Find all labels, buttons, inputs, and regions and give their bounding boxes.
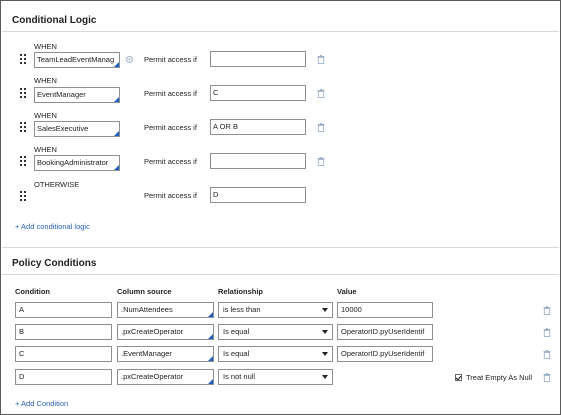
relationship-value: Is equal bbox=[223, 349, 250, 358]
column-source-value: .EventManager bbox=[121, 349, 172, 358]
autocomplete-marker-icon bbox=[114, 131, 119, 136]
drag-handle-icon[interactable] bbox=[20, 54, 26, 64]
value-input[interactable]: OperatorID.pyUserIdentif bbox=[337, 346, 433, 362]
column-header-relationship: Relationship bbox=[218, 287, 264, 296]
relationship-select[interactable]: Is equal bbox=[218, 346, 333, 362]
permit-access-input[interactable]: A OR B bbox=[210, 119, 306, 135]
add-conditional-logic-link[interactable]: + Add conditional logic bbox=[15, 222, 90, 231]
value-input[interactable]: 10000 bbox=[337, 302, 433, 318]
treat-empty-as-null-checkbox[interactable] bbox=[455, 374, 462, 381]
otherwise-permit-input[interactable]: D bbox=[210, 187, 306, 203]
when-rule-input[interactable]: TeamLeadEventManag bbox=[34, 52, 120, 68]
column-source-input[interactable]: .pxCreateOperator bbox=[117, 369, 214, 385]
trash-icon[interactable] bbox=[543, 350, 551, 359]
otherwise-label: OTHERWISE bbox=[34, 180, 80, 189]
value-input[interactable]: OperatorID.pyUserIdentif bbox=[337, 324, 433, 340]
dropdown-arrow-icon bbox=[322, 330, 328, 334]
permit-access-label: Permit access if bbox=[144, 89, 197, 98]
when-label: WHEN bbox=[34, 76, 57, 85]
permit-access-input[interactable] bbox=[210, 51, 306, 67]
relationship-select[interactable]: Is equal bbox=[218, 324, 333, 340]
condition-input[interactable]: C bbox=[15, 346, 112, 362]
relationship-select[interactable]: is less than bbox=[218, 302, 333, 318]
permit-access-label: Permit access if bbox=[144, 157, 197, 166]
drag-handle-icon[interactable] bbox=[20, 88, 26, 98]
drag-handle-icon[interactable] bbox=[20, 191, 26, 201]
divider bbox=[2, 31, 559, 32]
drag-handle-icon[interactable] bbox=[20, 122, 26, 132]
relationship-value: Is not null bbox=[223, 372, 256, 381]
condition-input[interactable]: D bbox=[15, 369, 112, 385]
permit-access-label: Permit access if bbox=[144, 123, 197, 132]
gear-icon[interactable] bbox=[125, 55, 134, 64]
trash-icon[interactable] bbox=[317, 55, 325, 64]
autocomplete-marker-icon bbox=[208, 334, 213, 339]
column-header-column-source: Column source bbox=[117, 287, 172, 296]
column-source-input[interactable]: .pxCreateOperator bbox=[117, 324, 214, 340]
relationship-select[interactable]: Is not null bbox=[218, 369, 333, 385]
policy-conditions-title: Policy Conditions bbox=[12, 258, 97, 269]
treat-empty-as-null-label: Treat Empty As Null bbox=[466, 373, 532, 382]
drag-handle-icon[interactable] bbox=[20, 156, 26, 166]
when-rule-value: SalesExecutive bbox=[37, 124, 89, 133]
dropdown-arrow-icon bbox=[322, 375, 328, 379]
autocomplete-marker-icon bbox=[114, 165, 119, 170]
column-source-input[interactable]: .NumAttendees bbox=[117, 302, 214, 318]
column-source-value: .NumAttendees bbox=[121, 305, 173, 314]
when-rule-value: EventManager bbox=[37, 90, 86, 99]
divider bbox=[2, 247, 559, 248]
permit-access-input[interactable]: C bbox=[210, 85, 306, 101]
autocomplete-marker-icon bbox=[208, 356, 213, 361]
condition-input[interactable]: B bbox=[15, 324, 112, 340]
autocomplete-marker-icon bbox=[208, 379, 213, 384]
dropdown-arrow-icon bbox=[322, 308, 328, 312]
relationship-value: Is equal bbox=[223, 327, 250, 336]
column-header-condition: Condition bbox=[15, 287, 50, 296]
policy-editor-panel: Conditional Logic WHEN TeamLeadEventMana… bbox=[0, 0, 561, 415]
when-label: WHEN bbox=[34, 111, 57, 120]
divider bbox=[2, 274, 559, 275]
when-rule-value: TeamLeadEventManag bbox=[37, 55, 115, 64]
trash-icon[interactable] bbox=[317, 157, 325, 166]
autocomplete-marker-icon bbox=[208, 312, 213, 317]
when-label: WHEN bbox=[34, 42, 57, 51]
when-rule-input[interactable]: EventManager bbox=[34, 87, 120, 103]
trash-icon[interactable] bbox=[317, 123, 325, 132]
when-label: WHEN bbox=[34, 145, 57, 154]
conditional-logic-title: Conditional Logic bbox=[12, 15, 97, 26]
column-source-input[interactable]: .EventManager bbox=[117, 346, 214, 362]
trash-icon[interactable] bbox=[543, 328, 551, 337]
permit-access-label: Permit access if bbox=[144, 55, 197, 64]
when-rule-value: BookingAdministrator bbox=[37, 158, 109, 167]
permit-access-label: Permit access if bbox=[144, 191, 197, 200]
when-rule-input[interactable]: BookingAdministrator bbox=[34, 155, 120, 171]
column-header-value: Value bbox=[337, 287, 357, 296]
trash-icon[interactable] bbox=[543, 373, 551, 382]
condition-input[interactable]: A bbox=[15, 302, 112, 318]
column-source-value: .pxCreateOperator bbox=[121, 372, 184, 381]
column-source-value: .pxCreateOperator bbox=[121, 327, 184, 336]
when-rule-input[interactable]: SalesExecutive bbox=[34, 121, 120, 137]
trash-icon[interactable] bbox=[543, 306, 551, 315]
add-condition-link[interactable]: + Add Condition bbox=[15, 399, 68, 408]
permit-access-input[interactable] bbox=[210, 153, 306, 169]
autocomplete-marker-icon bbox=[114, 97, 119, 102]
trash-icon[interactable] bbox=[317, 89, 325, 98]
relationship-value: is less than bbox=[223, 305, 261, 314]
dropdown-arrow-icon bbox=[322, 352, 328, 356]
autocomplete-marker-icon bbox=[114, 62, 119, 67]
